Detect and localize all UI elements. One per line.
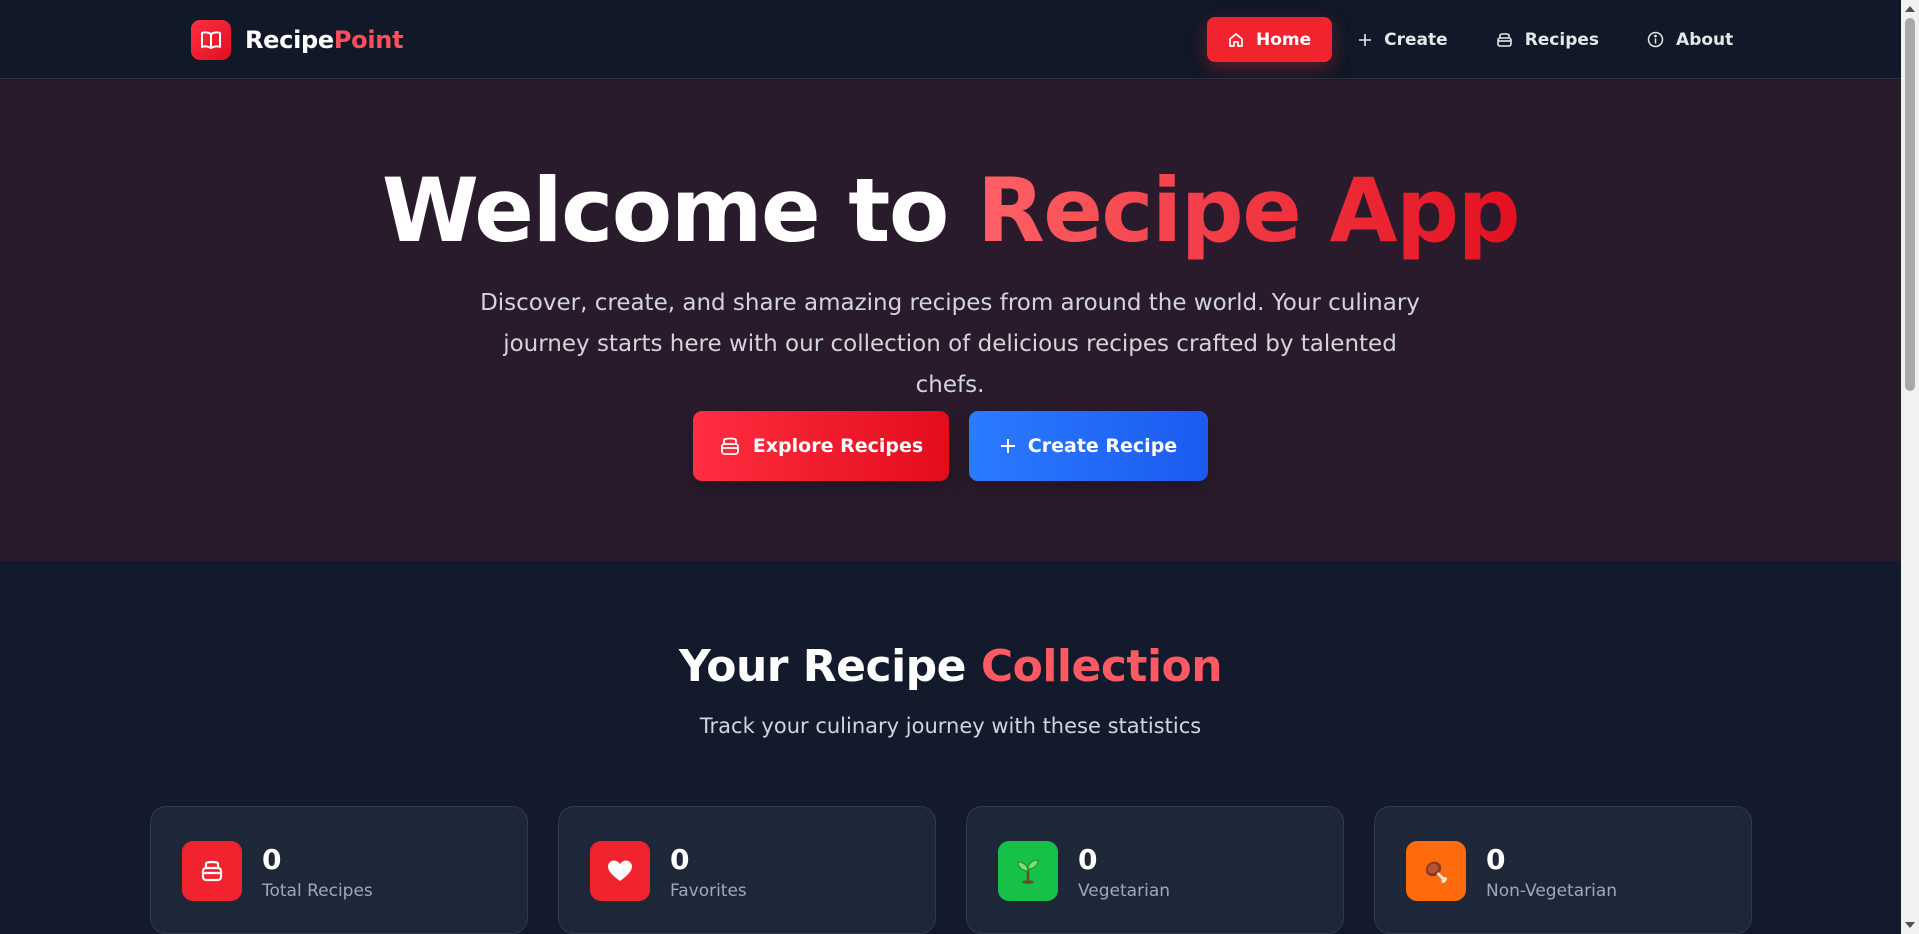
- navbar: RecipePoint Home Create Recipes About: [0, 0, 1901, 79]
- stat-value: 0: [1486, 843, 1506, 876]
- nav-create[interactable]: Create: [1336, 17, 1470, 62]
- scrollbar-thumb[interactable]: [1905, 18, 1915, 391]
- hero-section: Welcome to Recipe App Discover, create, …: [0, 80, 1901, 561]
- hero-title: Welcome to Recipe App: [0, 158, 1901, 264]
- plus-icon: [1000, 438, 1016, 454]
- create-recipe-label: Create Recipe: [1027, 435, 1178, 457]
- explore-recipes-button[interactable]: Explore Recipes: [693, 411, 949, 481]
- page-scrollbar[interactable]: [1901, 0, 1919, 934]
- heart-icon: [590, 841, 650, 901]
- nav-recipes[interactable]: Recipes: [1474, 17, 1621, 62]
- stats-title: Your Recipe Collection: [0, 641, 1901, 692]
- brand-name-part1: Recipe: [245, 26, 334, 54]
- explore-recipes-label: Explore Recipes: [752, 435, 924, 457]
- nav-home[interactable]: Home: [1207, 17, 1333, 62]
- stats-subtitle: Track your culinary journey with these s…: [699, 714, 1202, 738]
- stat-card-non-vegetarian: 0 Non-Vegetarian: [1374, 806, 1752, 934]
- stat-card-favorites: 0 Favorites: [558, 806, 936, 934]
- main-nav: Home Create Recipes About: [1207, 17, 1759, 62]
- book-icon: [191, 20, 231, 60]
- stat-value: 0: [262, 843, 282, 876]
- pot-icon: [182, 841, 242, 901]
- seedling-icon: [998, 841, 1058, 901]
- home-icon: [1228, 32, 1244, 48]
- stats-title-part1: Your Recipe: [678, 641, 981, 692]
- plus-icon: [1358, 33, 1372, 47]
- stat-card-vegetarian: 0 Vegetarian: [966, 806, 1344, 934]
- scroll-up-arrow-icon[interactable]: [1905, 6, 1915, 12]
- stat-value: 0: [1078, 843, 1098, 876]
- stat-label: Vegetarian: [1078, 881, 1171, 901]
- stat-label: Favorites: [670, 881, 747, 901]
- nav-home-label: Home: [1256, 29, 1312, 50]
- stat-value: 0: [670, 843, 690, 876]
- hero-title-part2: Recipe App: [976, 159, 1521, 262]
- hero-actions: Explore Recipes Create Recipe: [0, 411, 1901, 481]
- hero-title-part1: Welcome to: [381, 159, 977, 262]
- pot-icon: [1496, 32, 1513, 48]
- scroll-down-arrow-icon[interactable]: [1905, 922, 1915, 928]
- create-recipe-button[interactable]: Create Recipe: [969, 411, 1208, 481]
- meat-icon: [1406, 841, 1466, 901]
- stat-label: Non-Vegetarian: [1486, 881, 1618, 901]
- pot-icon: [719, 436, 741, 456]
- brand-name: RecipePoint: [245, 26, 404, 54]
- stat-card-total-recipes: 0 Total Recipes: [150, 806, 528, 934]
- stats-title-part2: Collection: [980, 641, 1223, 692]
- stats-cards: 0 Total Recipes 0 Favorites 0 Vegetarian: [150, 806, 1782, 934]
- hero-subtitle: Discover, create, and share amazing reci…: [480, 290, 1420, 398]
- nav-about-label: About: [1676, 29, 1734, 50]
- stat-label: Total Recipes: [262, 881, 373, 901]
- brand-name-part2: Point: [333, 26, 404, 54]
- brand[interactable]: RecipePoint: [191, 20, 404, 60]
- nav-create-label: Create: [1384, 29, 1448, 50]
- nav-recipes-label: Recipes: [1524, 29, 1600, 50]
- info-icon: [1647, 31, 1664, 48]
- nav-about[interactable]: About: [1625, 17, 1755, 62]
